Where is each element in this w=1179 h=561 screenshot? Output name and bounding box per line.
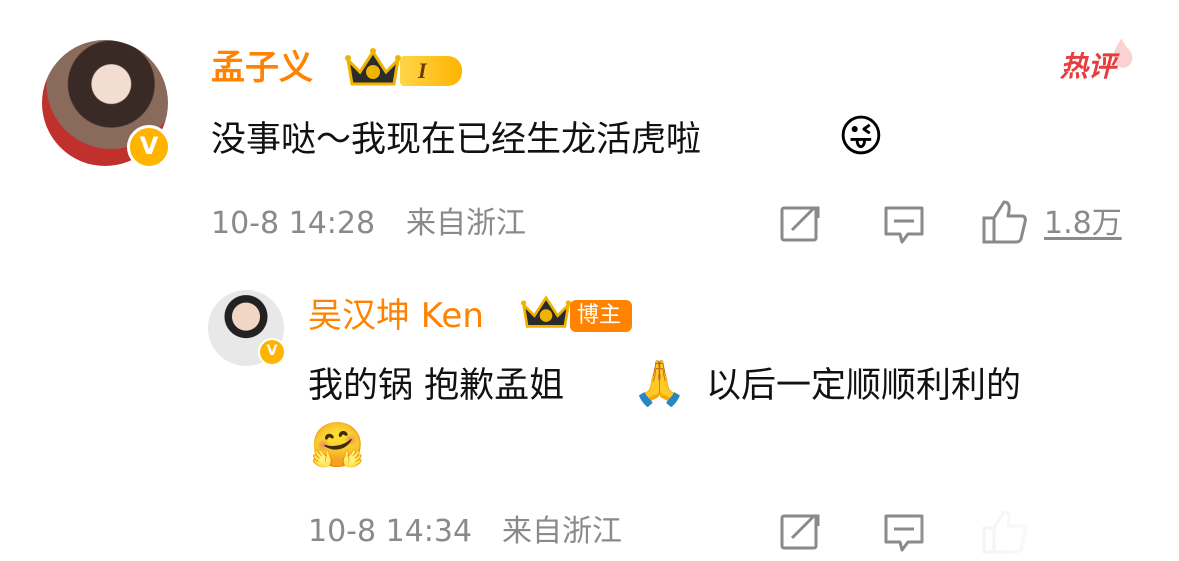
wink-emoji: 😜 <box>838 111 884 162</box>
pray-emoji: 🙏 <box>632 358 687 409</box>
share-icon[interactable] <box>778 204 822 244</box>
blogger-badge-label: 博主 <box>577 303 622 328</box>
comment-time: 10-8 14:28 <box>211 206 376 241</box>
comment-text: 没事哒～我现在已经生龙活虎啦 <box>211 120 702 160</box>
reply-time: 10-8 14:34 <box>308 514 473 549</box>
rank-badge-label: I <box>418 58 427 83</box>
commenter-name[interactable]: 孟子义 <box>211 48 313 88</box>
reply-text-part2: 以后一定顺顺利利的 <box>706 366 1022 406</box>
hot-comment-badge: 热评 <box>1060 38 1140 88</box>
share-icon[interactable] <box>778 512 822 552</box>
like-count[interactable]: 1.8万 <box>1044 204 1122 244</box>
thumbs-up-icon[interactable] <box>980 198 1028 246</box>
comment-icon[interactable] <box>882 204 926 246</box>
reply-author-name[interactable]: 吴汉坤 Ken <box>308 296 484 336</box>
hug-emoji: 🤗 <box>310 420 365 471</box>
rank-badge: I <box>400 56 462 86</box>
verified-badge-icon: V <box>258 338 286 366</box>
reply-text-part1: 我的锅 抱歉孟姐 <box>308 366 565 406</box>
crown-icon <box>345 48 401 86</box>
verified-badge-icon: V <box>127 125 171 169</box>
comment-location: 来自浙江 <box>406 206 526 241</box>
blogger-badge: 博主 <box>570 300 632 332</box>
reply-location: 来自浙江 <box>502 514 622 549</box>
fade-overlay <box>918 506 1179 561</box>
crown-icon <box>520 295 572 328</box>
hot-comment-label: 热评 <box>1060 50 1117 83</box>
